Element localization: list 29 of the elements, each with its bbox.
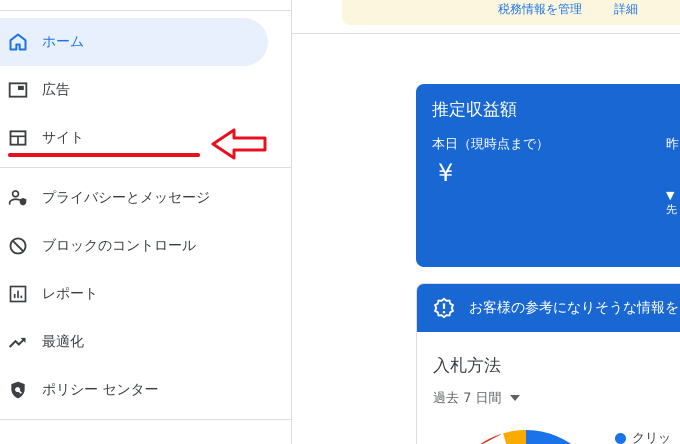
sidebar-item[interactable]: プライバシーとメッセージ [0, 174, 268, 222]
bar-chart-icon [8, 284, 28, 304]
change-note: 先 [666, 203, 678, 217]
change-note: ▼ [666, 189, 676, 203]
home-icon [8, 32, 28, 52]
sidebar-item[interactable]: レポート [0, 270, 268, 318]
person-shield-icon [8, 188, 28, 208]
period-label: 本日（現時点まで） [432, 136, 550, 153]
period-label: 昨 [666, 136, 680, 153]
banner-link[interactable]: 税務情報を管理 [498, 2, 582, 16]
sidebar-item[interactable]: 最適化 [0, 318, 268, 366]
sidebar-item[interactable]: ホーム [0, 18, 268, 66]
amount-value: ¥ [438, 159, 454, 189]
legend-label: クリッ [632, 430, 671, 444]
block-icon [8, 236, 28, 256]
sidebar-item[interactable]: ポリシー センター [0, 366, 268, 414]
caret-icon [510, 395, 520, 401]
sidebar-item[interactable]: ブロックのコントロール [0, 222, 268, 270]
layout-icon [8, 128, 28, 148]
banner-link[interactable]: 詳細 [614, 2, 638, 16]
card-title: 推定収益額 [432, 99, 518, 121]
section-title: 入札方法 [433, 355, 502, 377]
sidebar-item[interactable]: 広告 [0, 66, 268, 114]
sidebar-item[interactable]: サイト [0, 114, 268, 162]
window-icon [8, 80, 28, 100]
period-dropdown[interactable]: 過去 7 日間 [433, 389, 520, 407]
alert-icon [433, 297, 455, 319]
info-text: お客様の参考になりそうな情報を [469, 299, 679, 317]
arrow-icon [211, 128, 267, 160]
